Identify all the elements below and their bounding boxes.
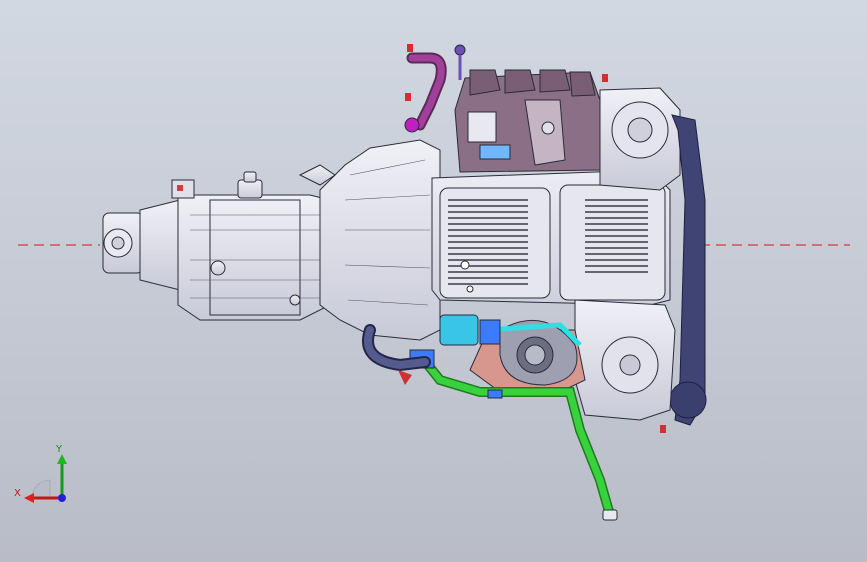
y-axis-arrowhead-icon — [57, 454, 67, 464]
dipstick-handle[interactable] — [454, 44, 466, 80]
intake-manifold[interactable] — [454, 69, 601, 173]
alternator[interactable] — [599, 87, 681, 191]
cad-graphics-viewport[interactable]: Y X — [0, 0, 867, 562]
engine-transmission-model[interactable] — [0, 0, 867, 562]
x-axis-arrowhead-icon — [24, 493, 34, 503]
z-axis-dot-icon — [58, 494, 66, 502]
engine-block[interactable] — [431, 169, 671, 306]
y-axis-label: Y — [55, 444, 63, 455]
triad-plane-icon — [31, 479, 51, 499]
x-axis-label: X — [14, 488, 21, 499]
oil-pan-fins-left — [448, 199, 528, 285]
pipe-end-fitting — [602, 509, 618, 521]
orientation-triad[interactable]: Y X — [12, 440, 82, 510]
transmission[interactable] — [102, 139, 441, 341]
timing-cover[interactable] — [574, 299, 676, 421]
